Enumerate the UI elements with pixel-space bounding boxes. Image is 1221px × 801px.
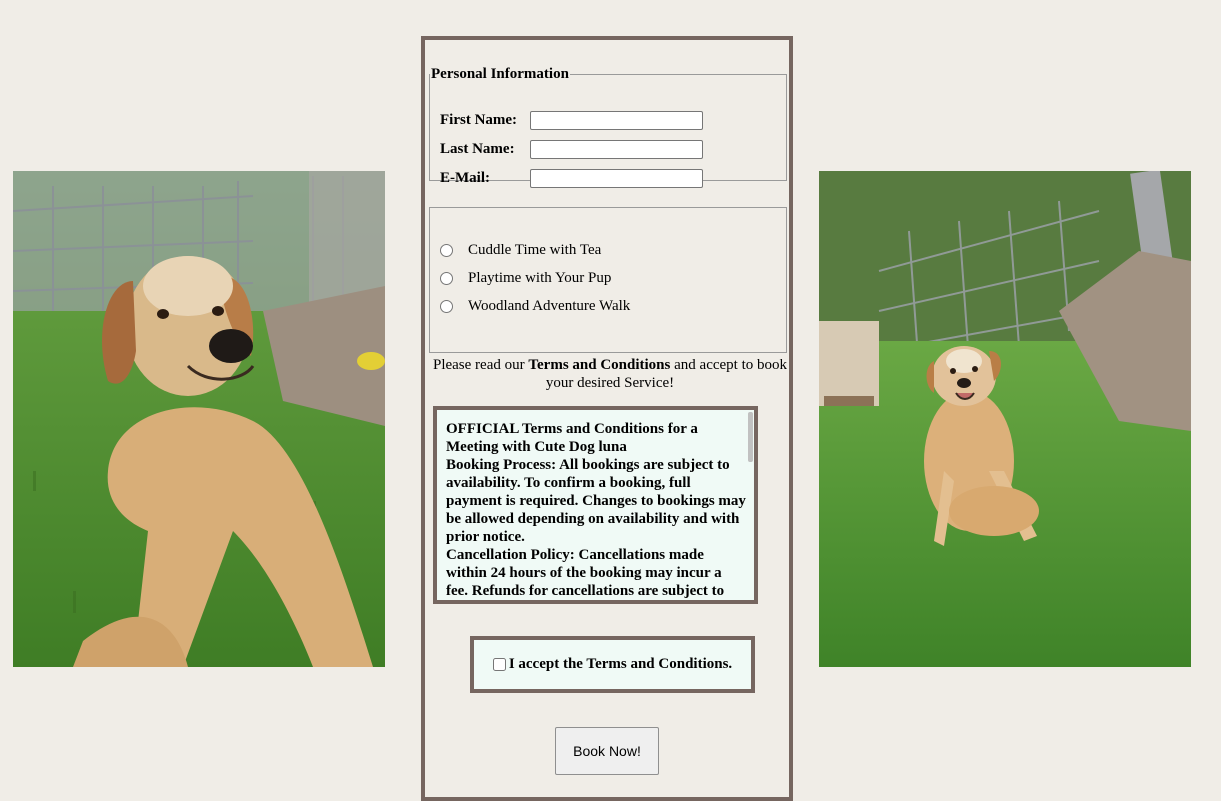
terms-content: OFFICIAL Terms and Conditions for a Meet… — [446, 420, 746, 600]
service-label-playtime: Playtime with Your Pup — [468, 270, 612, 286]
first-name-input[interactable] — [530, 110, 703, 130]
accept-terms-box: I accept the Terms and Conditions. — [470, 636, 755, 693]
first-name-label: First Name: — [440, 111, 518, 128]
service-label-walk: Woodland Adventure Walk — [468, 298, 631, 314]
dog-photo-lying — [13, 171, 385, 667]
personal-information-fieldset: Personal Information First Name: Last Na… — [429, 66, 787, 188]
last-name-row: Last Name: — [440, 139, 703, 159]
accept-terms-label: I accept the Terms and Conditions. — [508, 656, 733, 672]
accept-terms-checkbox[interactable] — [492, 658, 506, 671]
terms-intro-before: Please read our — [432, 357, 529, 373]
service-radio-walk[interactable] — [440, 300, 453, 313]
email-input[interactable] — [530, 168, 703, 188]
service-selection-fieldset: Cuddle Time with Tea Playtime with Your … — [429, 207, 787, 353]
terms-scroll-box[interactable]: OFFICIAL Terms and Conditions for a Meet… — [433, 406, 758, 604]
booking-form: Personal Information First Name: Last Na… — [421, 36, 793, 801]
first-name-row: First Name: — [440, 110, 703, 130]
email-label: E-Mail: — [440, 169, 490, 186]
service-radio-cuddle[interactable] — [440, 244, 453, 257]
email-row: E-Mail: — [440, 168, 703, 188]
terms-intro-text: Please read our Terms and Conditions and… — [429, 356, 791, 392]
terms-heading: OFFICIAL Terms and Conditions for a Meet… — [446, 421, 698, 455]
service-option-cuddle[interactable]: Cuddle Time with Tea — [440, 242, 601, 259]
service-label-cuddle: Cuddle Time with Tea — [468, 242, 602, 258]
dog-photo-sitting — [819, 171, 1191, 667]
last-name-label: Last Name: — [440, 140, 515, 157]
book-now-button[interactable]: Book Now! — [555, 727, 659, 775]
terms-scrollbar[interactable] — [748, 412, 753, 462]
terms-intro-bold: Terms and Conditions — [528, 357, 671, 373]
terms-cancellation-policy: Cancellation Policy: Cancellations made … — [446, 547, 725, 599]
personal-information-legend: Personal Information — [431, 66, 569, 82]
service-option-playtime[interactable]: Playtime with Your Pup — [440, 270, 611, 287]
service-option-walk[interactable]: Woodland Adventure Walk — [440, 298, 630, 315]
service-radio-playtime[interactable] — [440, 272, 453, 285]
last-name-input[interactable] — [530, 139, 703, 159]
terms-booking-process: Booking Process: All bookings are subjec… — [446, 457, 746, 545]
